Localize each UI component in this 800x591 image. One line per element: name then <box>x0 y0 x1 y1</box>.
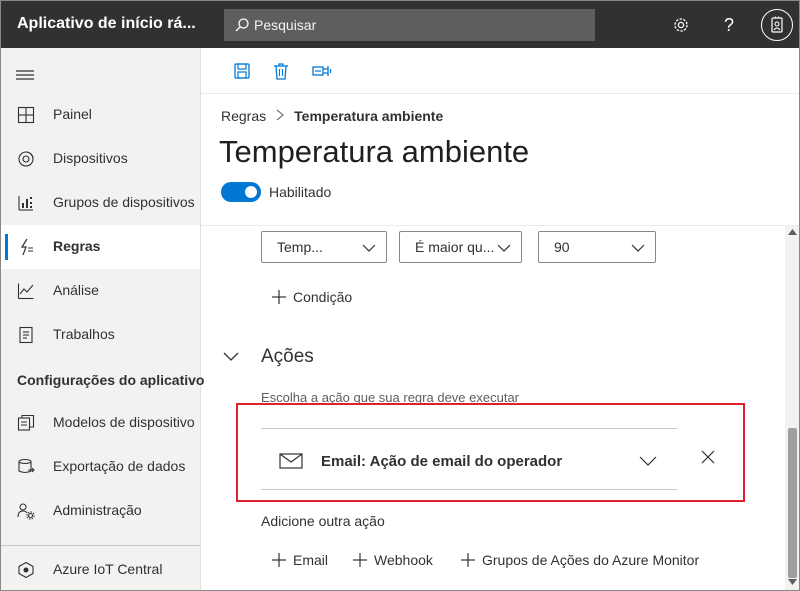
threshold-dropdown-value: 90 <box>554 239 570 255</box>
data-export-icon <box>18 458 35 474</box>
breadcrumb: Regras Temperatura ambiente <box>221 108 443 124</box>
highlight-box <box>236 403 745 502</box>
search-icon <box>235 18 249 32</box>
add-condition-button[interactable]: Condição <box>271 289 352 305</box>
telemetry-dropdown[interactable]: Temp... <box>261 231 387 263</box>
rules-icon <box>20 238 33 256</box>
azure-iot-central-icon <box>18 561 34 579</box>
page-title: Temperatura ambiente <box>219 134 530 169</box>
sidebar-item-label: Regras <box>53 238 101 254</box>
enabled-toggle[interactable] <box>221 182 261 202</box>
sidebar-item-exportacao-de-dados[interactable]: Exportação de dados <box>1 445 200 489</box>
plus-icon <box>353 553 367 567</box>
avatar-icon[interactable] <box>761 9 793 41</box>
sidebar-item-label: Exportação de dados <box>53 458 186 474</box>
add-azure-monitor-action-button[interactable]: Grupos de Ações do Azure Monitor <box>460 552 699 568</box>
app-window: Aplicativo de início rá... ? <box>0 0 800 591</box>
help-icon[interactable]: ? <box>717 13 741 37</box>
sidebar-item-analise[interactable]: Análise <box>1 269 200 313</box>
delete-icon[interactable] <box>271 61 291 81</box>
add-webhook-label: Webhook <box>374 552 433 568</box>
command-bar <box>201 48 799 94</box>
breadcrumb-current: Temperatura ambiente <box>294 108 444 124</box>
sidebar-item-grupos-de-dispositivos[interactable]: Grupos de dispositivos <box>1 181 200 225</box>
sidebar-item-trabalhos[interactable]: Trabalhos <box>1 313 200 357</box>
analytics-icon <box>17 283 34 300</box>
add-condition-label: Condição <box>293 289 353 305</box>
sidebar-item-painel[interactable]: Painel <box>1 93 200 137</box>
operator-dropdown[interactable]: É maior qu... <box>399 231 522 263</box>
add-another-action-label: Adicione outra ação <box>261 513 385 529</box>
gear-icon[interactable] <box>669 13 693 37</box>
sidebar-section-title: Configurações do aplicativo <box>17 372 205 388</box>
threshold-dropdown[interactable]: 90 <box>538 231 656 263</box>
sidebar-divider <box>1 545 200 546</box>
scroll-up-arrow-icon[interactable] <box>788 229 797 235</box>
search-input[interactable] <box>254 17 574 33</box>
sidebar-item-label: Azure IoT Central <box>53 561 163 577</box>
sidebar-item-azure-iot-central[interactable]: Azure IoT Central <box>1 548 200 590</box>
scrollbar-thumb[interactable] <box>788 428 797 578</box>
sidebar-item-label: Análise <box>53 282 99 298</box>
rule-content: Temp... É maior qu... 90 Condição Ações … <box>201 226 785 590</box>
plus-icon <box>461 553 475 567</box>
sidebar-item-label: Trabalhos <box>53 326 115 342</box>
chevron-down-icon <box>497 244 511 252</box>
device-groups-icon <box>18 196 33 211</box>
sidebar-item-label: Dispositivos <box>53 150 128 166</box>
sidebar-item-dispositivos[interactable]: Dispositivos <box>1 137 200 181</box>
breadcrumb-parent-link[interactable]: Regras <box>221 108 266 124</box>
scroll-down-arrow-icon[interactable] <box>788 579 797 585</box>
sidebar-item-label: Administração <box>53 502 142 518</box>
sidebar-item-label: Painel <box>53 106 92 122</box>
device-templates-icon <box>17 414 35 431</box>
sidebar-item-label: Modelos de dispositivo <box>53 414 195 430</box>
top-bar: Aplicativo de início rá... ? <box>1 1 799 48</box>
sidebar-item-administracao[interactable]: Administração <box>1 489 200 533</box>
add-webhook-action-button[interactable]: Webhook <box>352 552 433 568</box>
add-azure-monitor-label: Grupos de Ações do Azure Monitor <box>482 552 700 568</box>
sidebar: Painel Dispositivos Grupos de dispositiv… <box>1 48 205 590</box>
chevron-right-icon <box>276 108 284 124</box>
add-email-action-button[interactable]: Email <box>271 552 328 568</box>
chevron-down-icon <box>362 244 376 252</box>
telemetry-dropdown-value: Temp... <box>277 239 323 255</box>
jobs-icon <box>19 326 33 344</box>
sidebar-item-label: Grupos de dispositivos <box>53 194 195 210</box>
sidebar-item-regras[interactable]: Regras <box>1 225 200 269</box>
plus-icon <box>272 553 286 567</box>
sidebar-item-modelos-de-dispositivo[interactable]: Modelos de dispositivo <box>1 401 200 445</box>
test-action-icon[interactable] <box>312 61 332 81</box>
collapse-chevron-icon[interactable] <box>223 350 239 362</box>
plus-icon <box>272 290 286 304</box>
administration-icon <box>17 503 35 520</box>
toggle-label: Habilitado <box>269 184 332 200</box>
chevron-down-icon <box>631 244 645 252</box>
app-title[interactable]: Aplicativo de início rá... <box>17 15 196 33</box>
search-box[interactable] <box>224 9 595 41</box>
devices-icon <box>18 151 34 167</box>
operator-dropdown-value: É maior qu... <box>415 239 495 255</box>
add-email-label: Email <box>293 552 329 568</box>
hamburger-menu-icon[interactable] <box>16 68 34 87</box>
save-icon[interactable] <box>232 61 252 81</box>
dashboard-icon <box>17 106 35 124</box>
actions-section-title: Ações <box>261 346 314 367</box>
